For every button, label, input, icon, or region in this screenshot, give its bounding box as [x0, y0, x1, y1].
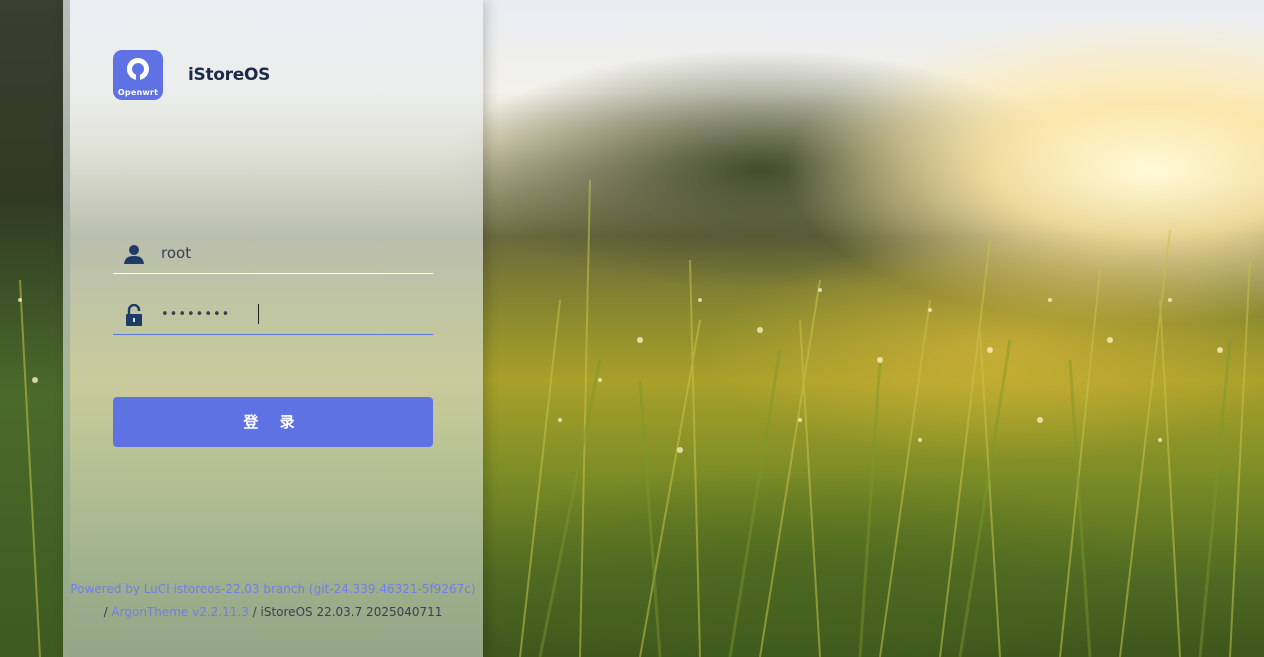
footer-line-1: Powered by LuCI istoreos-22.03 branch (g…: [63, 578, 483, 601]
user-icon: [124, 245, 144, 264]
text-cursor: [258, 304, 259, 324]
brand-header: Openwrt iStoreOS: [113, 50, 270, 100]
login-button[interactable]: 登 录: [113, 397, 433, 447]
unlock-icon: [126, 304, 142, 326]
brand-title: iStoreOS: [188, 65, 271, 85]
footer-line-2: / ArgonTheme v2.2.11.3 / iStoreOS 22.03.…: [63, 601, 483, 624]
luci-version-link[interactable]: Powered by LuCI istoreos-22.03 branch (g…: [70, 582, 475, 596]
username-input[interactable]: [161, 239, 421, 267]
build-version-text: / iStoreOS 22.03.7 2025040711: [248, 605, 443, 619]
openwrt-logo-icon: Openwrt: [113, 50, 163, 100]
logo-sub-label: Openwrt: [117, 88, 159, 97]
username-field: [113, 233, 433, 274]
logo-ring-icon: [126, 58, 149, 81]
login-panel: Openwrt iStoreOS 登 录 Powered by LuCI ist…: [63, 0, 483, 657]
argon-theme-link[interactable]: ArgonTheme v2.2.11.3: [111, 605, 248, 619]
password-input[interactable]: [161, 300, 421, 328]
password-field: [113, 294, 433, 335]
footer: Powered by LuCI istoreos-22.03 branch (g…: [63, 578, 483, 624]
